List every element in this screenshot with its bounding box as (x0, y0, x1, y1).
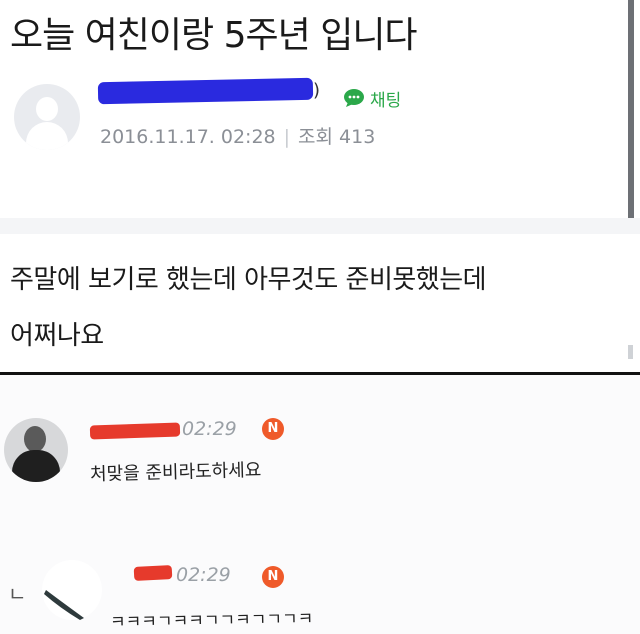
author-name-redacted (97, 77, 314, 105)
replier-avatar[interactable] (32, 560, 102, 624)
scrollbar[interactable] (628, 0, 634, 218)
post-date: 2016.11.17. 02:28 (100, 126, 276, 148)
comment-time: 02:29 (182, 418, 237, 440)
post-body-line: 주말에 보기로 했는데 아무것도 준비못했는데 (10, 265, 487, 295)
scroll-indicator (628, 345, 633, 359)
post-title: 오늘 여친이랑 5주년 입니다 (10, 15, 418, 56)
chat-bubble-icon[interactable] (343, 88, 367, 108)
views-count: 413 (339, 126, 376, 148)
commenter-avatar[interactable] (4, 418, 68, 482)
reply-text: ㅋㅋㅋㄱㅋㅋㄱㄱㅋㄱㄱㄱㅋ (109, 609, 314, 633)
reply-indent-icon: ㄴ (8, 582, 27, 606)
replier-name-redacted (133, 565, 173, 581)
post-body: 주말에 보기로 했는데 아무것도 준비못했는데 어쩌나요 (10, 252, 630, 364)
views-label: 조회 (298, 126, 333, 148)
author-avatar-icon[interactable] (14, 84, 80, 150)
reply-time: 02:29 (176, 564, 231, 586)
chat-link[interactable]: 채팅 (370, 86, 401, 111)
meta-separator: | (283, 126, 291, 148)
post-body-line: 어쩌나요 (10, 321, 104, 351)
post-meta: 2016.11.17. 02:28 | 조회 413 (100, 122, 375, 149)
author-name-suffix: ) (313, 80, 321, 101)
section-gap (0, 218, 640, 234)
comment-text: 처맞을 준비라도하세요 (89, 459, 262, 486)
new-badge-icon: N (262, 418, 284, 440)
new-badge-icon: N (262, 566, 284, 588)
